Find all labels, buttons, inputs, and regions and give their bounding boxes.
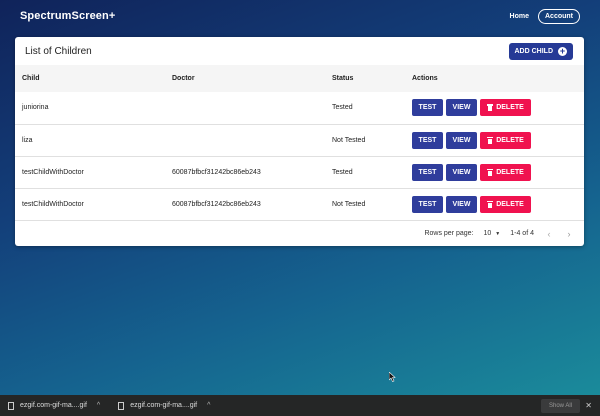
download-filename: ezgif.com-gif-ma....gif bbox=[130, 402, 198, 409]
card-header: List of Children ADD CHILD + bbox=[15, 37, 584, 65]
plus-circle-icon: + bbox=[558, 45, 567, 56]
trash-icon bbox=[487, 168, 494, 176]
download-filename: ezgif.com-gif-ma....gif bbox=[20, 402, 87, 409]
test-button[interactable]: TEST bbox=[412, 99, 443, 117]
table-row: testChildWithDoctor 60087bfbcf31242bc86e… bbox=[15, 188, 584, 220]
mouse-cursor-icon bbox=[389, 372, 396, 382]
cell-status: Not Tested bbox=[332, 136, 366, 144]
delete-label: DELETE bbox=[496, 136, 524, 144]
download-item[interactable]: ezgif.com-gif-ma....gif ^ bbox=[8, 401, 100, 410]
cell-actions: TEST VIEW DELETE bbox=[405, 92, 584, 124]
delete-button[interactable]: DELETE bbox=[480, 163, 531, 181]
cell-doctor: 60087bfbcf31242bc86eb243 bbox=[172, 168, 261, 176]
cell-doctor bbox=[165, 92, 325, 124]
trash-icon bbox=[487, 200, 494, 208]
cell-child: testChildWithDoctor bbox=[22, 168, 84, 176]
page-title: List of Children bbox=[25, 45, 92, 57]
delete-button[interactable]: DELETE bbox=[480, 195, 531, 213]
children-card: List of Children ADD CHILD + Child Docto… bbox=[15, 37, 584, 246]
cell-child: juniorina bbox=[22, 104, 49, 112]
cell-doctor: 60087bfbcf31242bc86eb243 bbox=[172, 200, 261, 208]
trash-icon bbox=[487, 136, 494, 144]
children-table: Child Doctor Status Actions juniorina Te… bbox=[15, 65, 584, 221]
header-doctor: Doctor bbox=[172, 75, 195, 82]
downloads-bar: ezgif.com-gif-ma....gif ^ ezgif.com-gif-… bbox=[0, 395, 600, 416]
header-child: Child bbox=[22, 75, 40, 82]
chevron-right-icon[interactable]: › bbox=[564, 229, 574, 239]
app-brand[interactable]: SpectrumScreen+ bbox=[20, 10, 115, 22]
pagination-range: 1-4 of 4 bbox=[510, 230, 534, 237]
view-button[interactable]: VIEW bbox=[446, 99, 477, 117]
chevron-down-icon: ▼ bbox=[495, 230, 501, 237]
file-icon bbox=[8, 401, 14, 410]
rows-per-page-value: 10 bbox=[483, 230, 492, 237]
delete-button[interactable]: DELETE bbox=[480, 99, 531, 117]
add-child-button[interactable]: ADD CHILD + bbox=[508, 42, 573, 60]
chevron-left-icon[interactable]: ‹ bbox=[544, 229, 554, 239]
rows-per-page-label: Rows per page: bbox=[424, 230, 474, 237]
cell-child: liza bbox=[22, 136, 33, 144]
rows-per-page-select[interactable]: 10 ▼ bbox=[484, 230, 501, 237]
chevron-up-icon[interactable]: ^ bbox=[207, 402, 210, 409]
cell-doctor bbox=[165, 124, 325, 156]
pagination: Rows per page: 10 ▼ 1-4 of 4 ‹ › bbox=[15, 221, 584, 247]
nav-account-button[interactable]: Account bbox=[538, 8, 580, 24]
cell-actions: TEST VIEW DELETE bbox=[405, 156, 584, 188]
delete-label: DELETE bbox=[496, 200, 524, 208]
delete-label: DELETE bbox=[496, 168, 524, 176]
header-actions: Actions bbox=[412, 75, 438, 82]
test-button[interactable]: TEST bbox=[412, 195, 443, 213]
cell-actions: TEST VIEW DELETE bbox=[405, 188, 584, 220]
table-header-row: Child Doctor Status Actions bbox=[15, 65, 584, 92]
add-child-label: ADD CHILD bbox=[514, 47, 554, 55]
test-button[interactable]: TEST bbox=[412, 131, 443, 149]
cell-status: Not Tested bbox=[332, 200, 366, 208]
top-nav: Home Account bbox=[510, 8, 580, 24]
header-status: Status bbox=[332, 75, 354, 82]
chevron-up-icon[interactable]: ^ bbox=[97, 402, 100, 409]
view-button[interactable]: VIEW bbox=[446, 131, 477, 149]
cell-status: Tested bbox=[332, 104, 353, 112]
nav-home-link[interactable]: Home bbox=[510, 13, 529, 20]
view-button[interactable]: VIEW bbox=[446, 163, 477, 181]
table-row: liza Not Tested TEST VIEW DELETE bbox=[15, 124, 584, 156]
app-bar: SpectrumScreen+ Home Account bbox=[0, 0, 600, 32]
trash-icon bbox=[487, 104, 494, 112]
close-icon[interactable]: ✕ bbox=[585, 401, 592, 410]
cell-child: testChildWithDoctor bbox=[22, 200, 84, 208]
test-button[interactable]: TEST bbox=[412, 163, 443, 181]
table-row: juniorina Tested TEST VIEW DELETE bbox=[15, 92, 584, 124]
show-all-button[interactable]: Show All bbox=[540, 398, 580, 413]
view-button[interactable]: VIEW bbox=[446, 195, 477, 213]
table-row: testChildWithDoctor 60087bfbcf31242bc86e… bbox=[15, 156, 584, 188]
cell-actions: TEST VIEW DELETE bbox=[405, 124, 584, 156]
delete-button[interactable]: DELETE bbox=[480, 131, 531, 149]
delete-label: DELETE bbox=[496, 104, 524, 112]
cell-status: Tested bbox=[332, 168, 353, 176]
download-item[interactable]: ezgif.com-gif-ma....gif ^ bbox=[118, 401, 210, 410]
file-icon bbox=[118, 401, 125, 410]
